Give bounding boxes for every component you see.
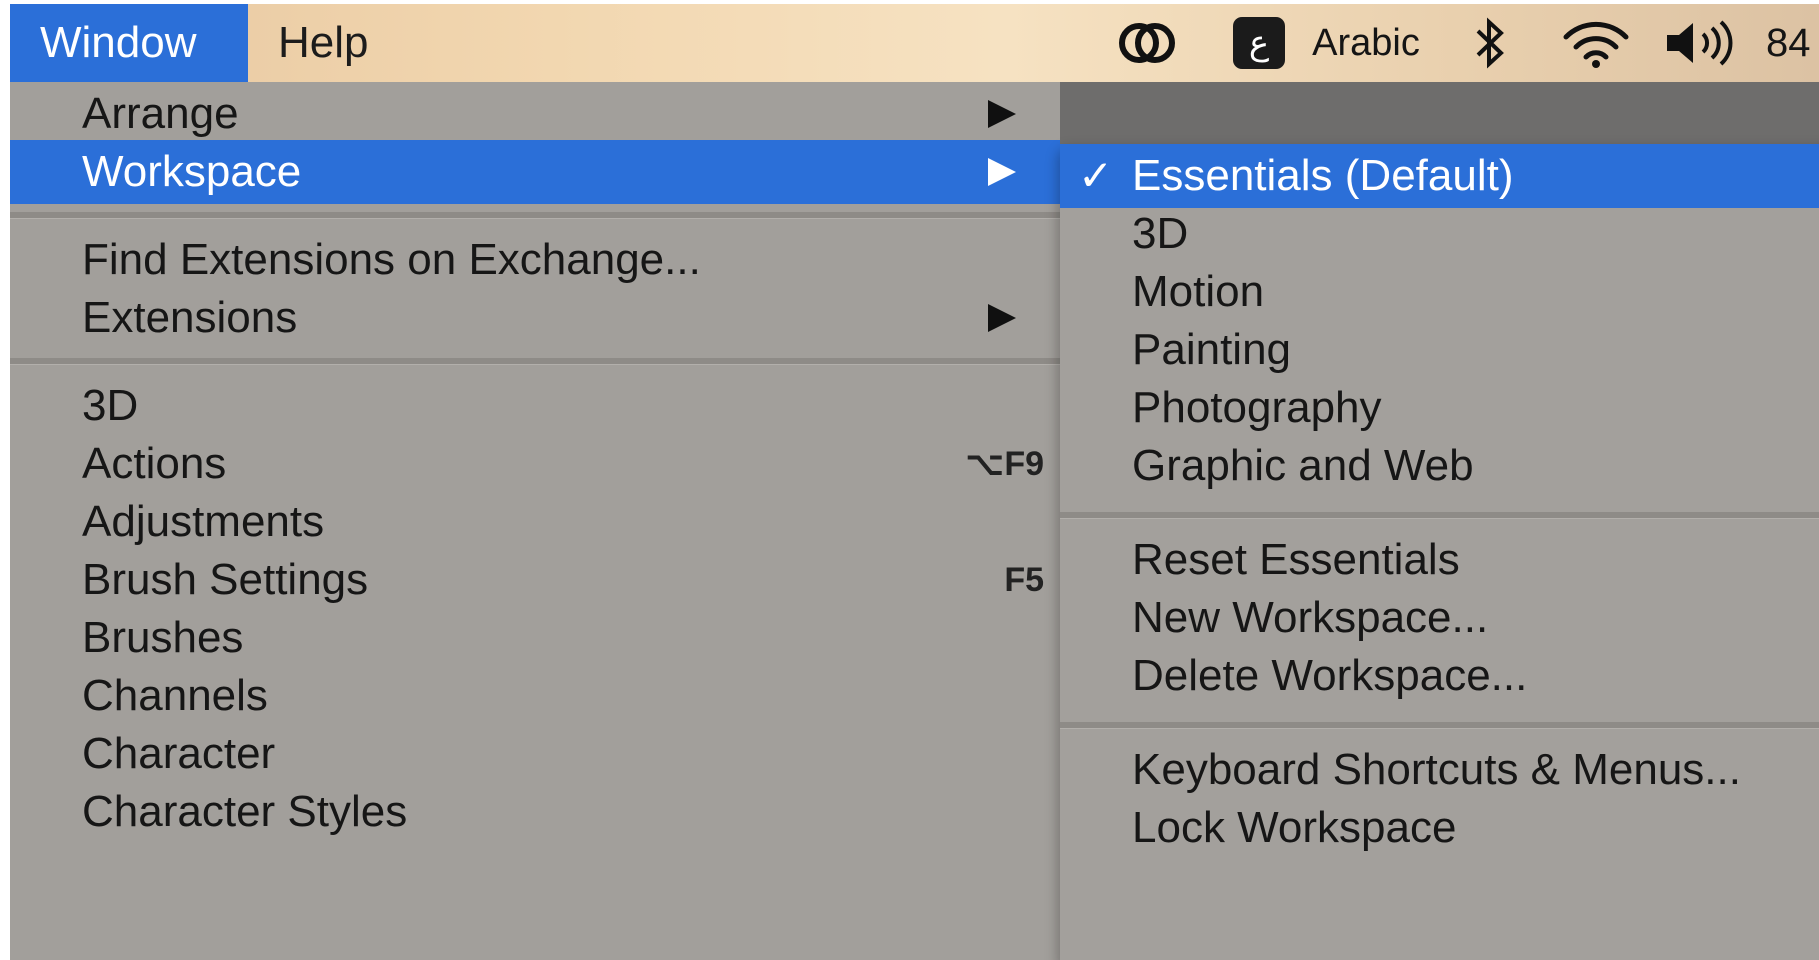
menu-item-find-extensions[interactable]: Find Extensions on Exchange... xyxy=(10,228,1060,292)
menu-item-label: Extensions xyxy=(82,293,298,342)
workspace-submenu: ✓ Essentials (Default) 3D Motion Paintin… xyxy=(1060,144,1819,960)
menubar-window[interactable]: Window xyxy=(10,4,248,82)
submenu-item-label: Keyboard Shortcuts & Menus... xyxy=(1132,745,1741,794)
menu-item-label: Brushes xyxy=(82,613,244,662)
menu-item-label: Arrange xyxy=(82,89,239,138)
creative-cloud-icon[interactable] xyxy=(1113,4,1181,82)
app-background xyxy=(1060,82,1819,144)
submenu-item-delete-workspace[interactable]: Delete Workspace... xyxy=(1060,644,1819,708)
menu-item-brush-settings[interactable]: Brush Settings F5 xyxy=(10,548,1060,612)
submenu-item-graphic-and-web[interactable]: Graphic and Web xyxy=(1060,434,1819,498)
submenu-item-photography[interactable]: Photography xyxy=(1060,376,1819,440)
menu-separator xyxy=(10,212,1060,219)
submenu-item-reset-essentials[interactable]: Reset Essentials xyxy=(1060,528,1819,592)
menu-item-label: 3D xyxy=(82,381,139,430)
submenu-item-label: Delete Workspace... xyxy=(1132,651,1528,700)
menu-item-label: Adjustments xyxy=(82,497,325,546)
submenu-item-label: 3D xyxy=(1132,209,1189,258)
submenu-separator xyxy=(1060,512,1819,519)
menu-item-label: Find Extensions on Exchange... xyxy=(82,235,701,284)
battery-percentage[interactable]: 84 xyxy=(1766,4,1819,82)
submenu-item-3d[interactable]: 3D xyxy=(1060,202,1819,266)
submenu-item-new-workspace[interactable]: New Workspace... xyxy=(1060,586,1819,650)
menu-item-shortcut: F5 xyxy=(1004,561,1044,599)
menu-item-character[interactable]: Character xyxy=(10,722,1060,786)
volume-icon[interactable] xyxy=(1662,4,1742,82)
input-source-icon[interactable]: ع xyxy=(1232,4,1286,82)
submenu-separator xyxy=(1060,722,1819,729)
menu-item-extensions[interactable]: Extensions xyxy=(10,286,1060,350)
checkmark-icon: ✓ xyxy=(1078,152,1114,199)
menu-item-shortcut: ⌥F9 xyxy=(965,445,1044,483)
wifi-icon[interactable] xyxy=(1558,4,1634,82)
menubar-help[interactable]: Help xyxy=(248,4,438,82)
menu-item-label: Brush Settings xyxy=(82,555,369,604)
submenu-arrow-icon xyxy=(988,304,1016,332)
submenu-item-lock-workspace[interactable]: Lock Workspace xyxy=(1060,796,1819,860)
menu-item-character-styles[interactable]: Character Styles xyxy=(10,780,1060,844)
submenu-item-label: Essentials (Default) xyxy=(1132,151,1514,200)
menu-item-adjustments[interactable]: Adjustments xyxy=(10,490,1060,554)
menu-item-label: Workspace xyxy=(82,147,302,196)
menu-item-label: Channels xyxy=(82,671,268,720)
menu-item-brushes[interactable]: Brushes xyxy=(10,606,1060,670)
submenu-arrow-icon xyxy=(988,100,1016,128)
submenu-item-painting[interactable]: Painting xyxy=(1060,318,1819,382)
window-menu: Arrange Workspace Find Extensions on Exc… xyxy=(10,82,1061,960)
menu-item-label: Character xyxy=(82,729,276,778)
bluetooth-icon[interactable] xyxy=(1466,4,1514,82)
submenu-item-motion[interactable]: Motion xyxy=(1060,260,1819,324)
submenu-item-label: Painting xyxy=(1132,325,1292,374)
menu-item-label: Actions xyxy=(82,439,227,488)
submenu-item-label: Motion xyxy=(1132,267,1265,316)
menu-item-workspace[interactable]: Workspace xyxy=(10,140,1060,204)
menu-bar: Window Help ع Arabic 84 xyxy=(10,4,1819,83)
submenu-item-label: Lock Workspace xyxy=(1132,803,1457,852)
menu-item-arrange[interactable]: Arrange xyxy=(10,82,1060,146)
submenu-item-essentials[interactable]: ✓ Essentials (Default) xyxy=(1060,144,1819,208)
menu-item-label: Character Styles xyxy=(82,787,408,836)
submenu-item-label: Photography xyxy=(1132,383,1382,432)
menu-item-3d[interactable]: 3D xyxy=(10,374,1060,438)
submenu-item-label: Reset Essentials xyxy=(1132,535,1460,584)
menu-item-channels[interactable]: Channels xyxy=(10,664,1060,728)
menu-item-actions[interactable]: Actions ⌥F9 xyxy=(10,432,1060,496)
menu-separator xyxy=(10,358,1060,365)
submenu-item-label: New Workspace... xyxy=(1132,593,1489,642)
submenu-arrow-icon xyxy=(988,158,1016,186)
submenu-item-keyboard-shortcuts[interactable]: Keyboard Shortcuts & Menus... xyxy=(1060,738,1819,802)
input-source-name[interactable]: Arabic xyxy=(1308,4,1424,82)
input-source-glyph: ع xyxy=(1233,17,1285,69)
screen: Window Help ع Arabic 84 Arrange Workspac… xyxy=(10,4,1819,960)
submenu-item-label: Graphic and Web xyxy=(1132,441,1474,490)
